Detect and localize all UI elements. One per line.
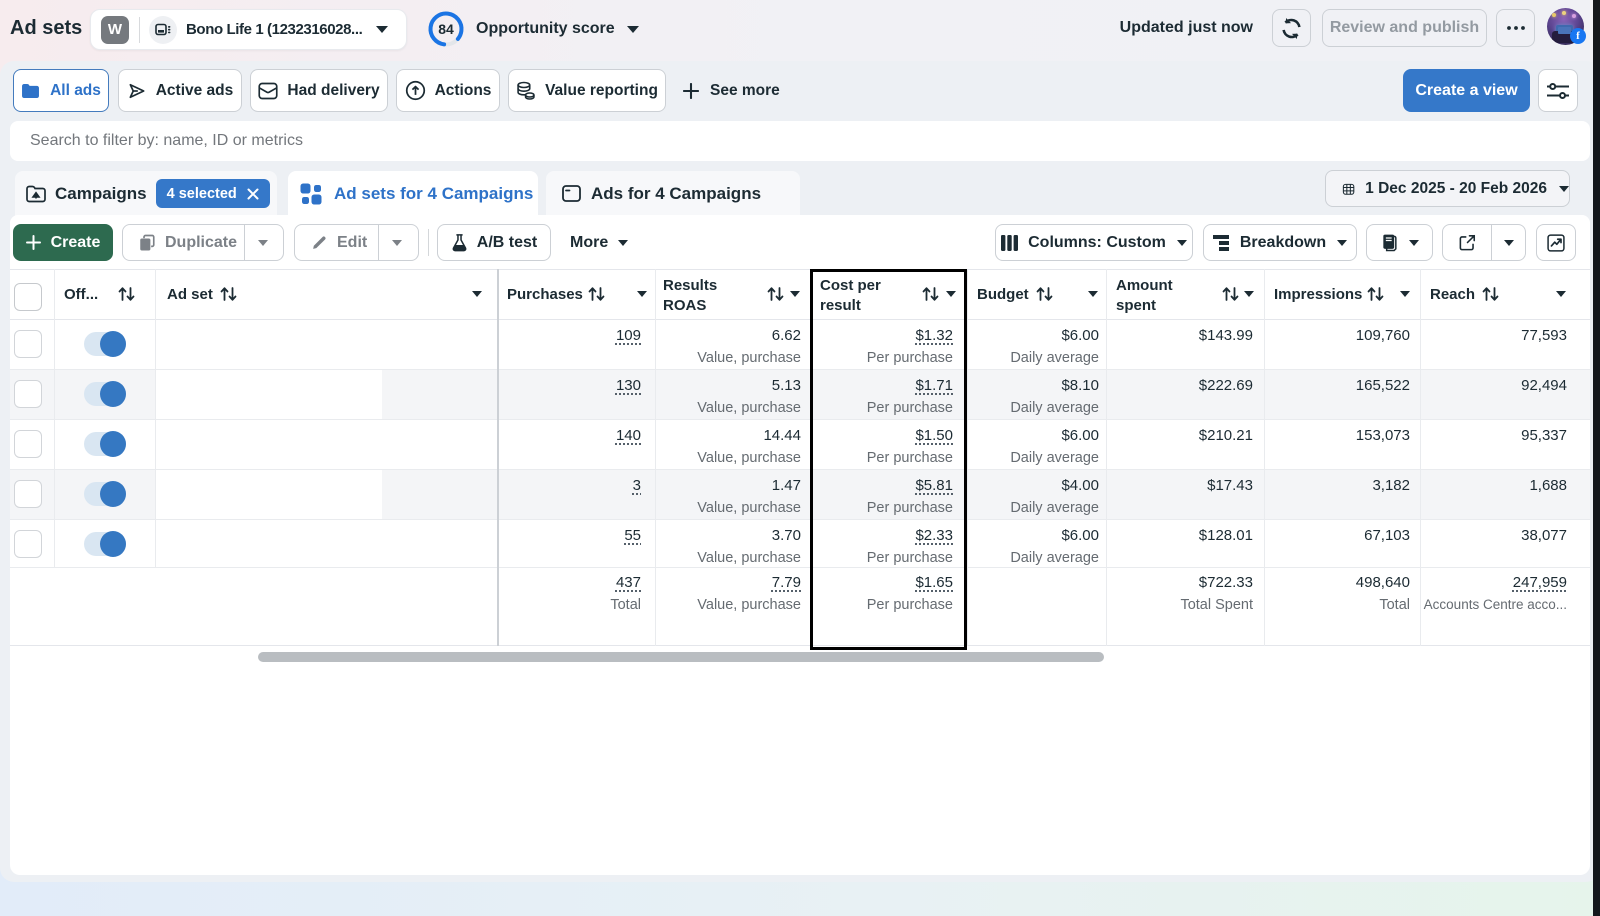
- svg-text:84: 84: [438, 21, 454, 37]
